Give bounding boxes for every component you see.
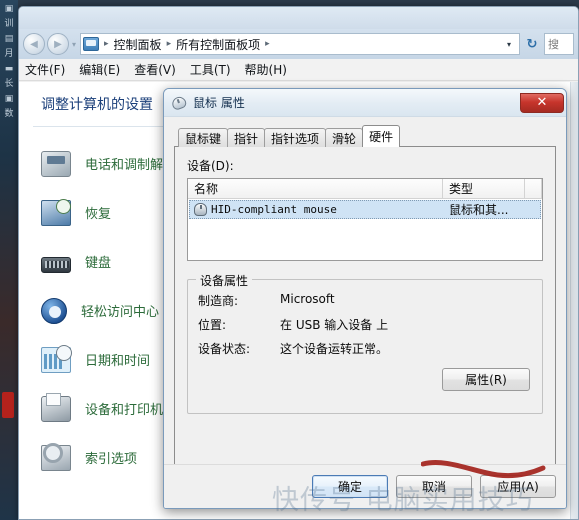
history-caret-icon[interactable]: ▾ — [72, 40, 76, 49]
dialog-title: 鼠标 属性 — [193, 96, 245, 110]
property-manufacturer: 制造商: Microsoft — [198, 292, 532, 309]
indexing-options-icon — [41, 442, 71, 471]
control-panel-icon — [83, 37, 100, 51]
breadcrumb-item-all-items[interactable]: 所有控制面板项 — [174, 36, 262, 53]
property-value: Microsoft — [280, 292, 335, 306]
cp-item-label: 键盘 — [85, 256, 112, 271]
recovery-icon — [41, 198, 71, 226]
menu-item-edit[interactable]: 编辑(E) — [79, 61, 120, 78]
property-device-status: 设备状态: 这个设备运转正常。 — [198, 340, 532, 357]
menu-item-view[interactable]: 查看(V) — [134, 61, 176, 78]
mouse-icon — [170, 94, 188, 111]
column-header-name[interactable]: 名称 — [188, 179, 443, 198]
property-location: 位置: 在 USB 输入设备 上 — [198, 316, 532, 333]
refresh-button[interactable]: ↻ — [520, 33, 544, 55]
hardware-tab-panel: 设备(D): 名称 类型 HID-compliant mouse 鼠标和其...… — [174, 146, 556, 473]
menu-bar: 文件(F) 编辑(E) 查看(V) 工具(T) 帮助(H) — [19, 59, 578, 81]
menu-item-tools[interactable]: 工具(T) — [190, 61, 231, 78]
back-arrow-icon: ◀ — [30, 38, 38, 50]
breadcrumb-separator-icon: ▸ — [166, 39, 172, 49]
table-row[interactable]: HID-compliant mouse 鼠标和其... — [189, 200, 541, 219]
tab-strip: 鼠标键 指针 指针选项 滑轮 硬件 — [174, 125, 556, 147]
device-name-cell: HID-compliant mouse — [211, 203, 337, 216]
ease-of-access-icon — [41, 297, 67, 324]
properties-button[interactable]: 属性(R) — [442, 368, 530, 391]
cancel-button[interactable]: 取消 — [396, 475, 472, 498]
tab-wheel[interactable]: 滑轮 — [325, 128, 364, 147]
date-time-icon — [41, 344, 72, 373]
dialog-footer: 确定 取消 应用(A) — [164, 464, 566, 508]
desktop-background-strip: ▣ 训 ▤ 月 ▬ 长 ▣ 数 — [0, 0, 18, 520]
cp-item-label: 索引选项 — [85, 452, 138, 467]
device-properties-legend: 设备属性 — [196, 272, 253, 289]
search-placeholder: 搜 — [548, 38, 559, 51]
desktop-glyph: ▣ — [4, 4, 14, 14]
desktop-glyph: 长 — [4, 79, 14, 89]
devices-label: 设备(D): — [187, 159, 234, 173]
device-properties-group: 设备属性 制造商: Microsoft 位置: 在 USB 输入设备 上 设备状… — [187, 272, 543, 414]
devices-printers-icon — [41, 392, 71, 422]
tab-buttons[interactable]: 鼠标键 — [178, 128, 229, 147]
tab-pointer-options[interactable]: 指针选项 — [264, 128, 327, 147]
cp-item-label: 日期和时间 — [85, 354, 151, 369]
modem-icon — [41, 150, 71, 177]
apply-button[interactable]: 应用(A) — [480, 475, 556, 498]
menu-item-file[interactable]: 文件(F) — [25, 61, 65, 78]
device-list-header: 名称 类型 — [188, 179, 542, 199]
breadcrumb-separator-icon[interactable]: ▸ — [262, 39, 273, 49]
address-dropdown-caret-icon[interactable]: ▾ — [501, 40, 517, 49]
cp-item-label: 恢复 — [85, 207, 112, 222]
desktop-glyph: ▤ — [4, 34, 14, 44]
back-button[interactable]: ◀ — [23, 33, 45, 55]
breadcrumb-item-control-panel[interactable]: 控制面板 — [112, 36, 164, 53]
property-key: 设备状态: — [198, 342, 251, 356]
property-key: 位置: — [198, 318, 227, 332]
desktop-glyph: 数 — [4, 109, 14, 119]
menu-item-help[interactable]: 帮助(H) — [245, 61, 287, 78]
desktop-glyph: ▬ — [4, 64, 14, 74]
dialog-body: 鼠标键 指针 指针选项 滑轮 硬件 设备(D): 名称 类型 HID-compl… — [164, 117, 566, 473]
mouse-device-icon — [194, 203, 207, 216]
desktop-glyph: 月 — [4, 49, 14, 59]
desktop-red-item — [2, 392, 14, 418]
device-list[interactable]: 名称 类型 HID-compliant mouse 鼠标和其... — [187, 178, 543, 261]
cp-item-label: 设备和打印机 — [85, 403, 164, 418]
refresh-icon: ↻ — [526, 36, 538, 52]
column-header-spacer — [525, 179, 542, 198]
keyboard-icon — [41, 256, 71, 273]
forward-button[interactable]: ▶ — [47, 33, 69, 55]
desktop-glyph: 训 — [4, 19, 14, 29]
window-titlebar — [19, 7, 578, 29]
search-input[interactable]: 搜 — [544, 33, 574, 55]
dialog-titlebar[interactable]: 鼠标 属性 ✕ — [164, 89, 566, 117]
address-bar[interactable]: ▸ 控制面板 ▸ 所有控制面板项 ▸ ▾ — [80, 33, 520, 55]
tab-pointers[interactable]: 指针 — [227, 128, 266, 147]
device-type-cell: 鼠标和其... — [449, 203, 509, 217]
property-key: 制造商: — [198, 294, 239, 308]
close-icon[interactable]: ✕ — [520, 92, 564, 113]
column-header-type[interactable]: 类型 — [443, 179, 525, 198]
window-right-edge — [570, 82, 578, 519]
desktop-glyph: ▣ — [4, 94, 14, 104]
mouse-properties-dialog: 鼠标 属性 ✕ 鼠标键 指针 指针选项 滑轮 硬件 设备(D): 名称 类型 H… — [163, 88, 567, 509]
property-value: 这个设备运转正常。 — [280, 342, 389, 356]
breadcrumb-separator-icon: ▸ — [104, 39, 109, 49]
tab-hardware[interactable]: 硬件 — [362, 125, 401, 147]
address-toolbar: ◀ ▶ ▾ ▸ 控制面板 ▸ 所有控制面板项 ▸ ▾ ↻ 搜 — [19, 29, 578, 59]
cp-item-label: 轻松访问中心 — [81, 305, 160, 320]
forward-arrow-icon: ▶ — [54, 38, 62, 50]
property-value: 在 USB 输入设备 上 — [280, 318, 389, 332]
ok-button[interactable]: 确定 — [312, 475, 388, 498]
